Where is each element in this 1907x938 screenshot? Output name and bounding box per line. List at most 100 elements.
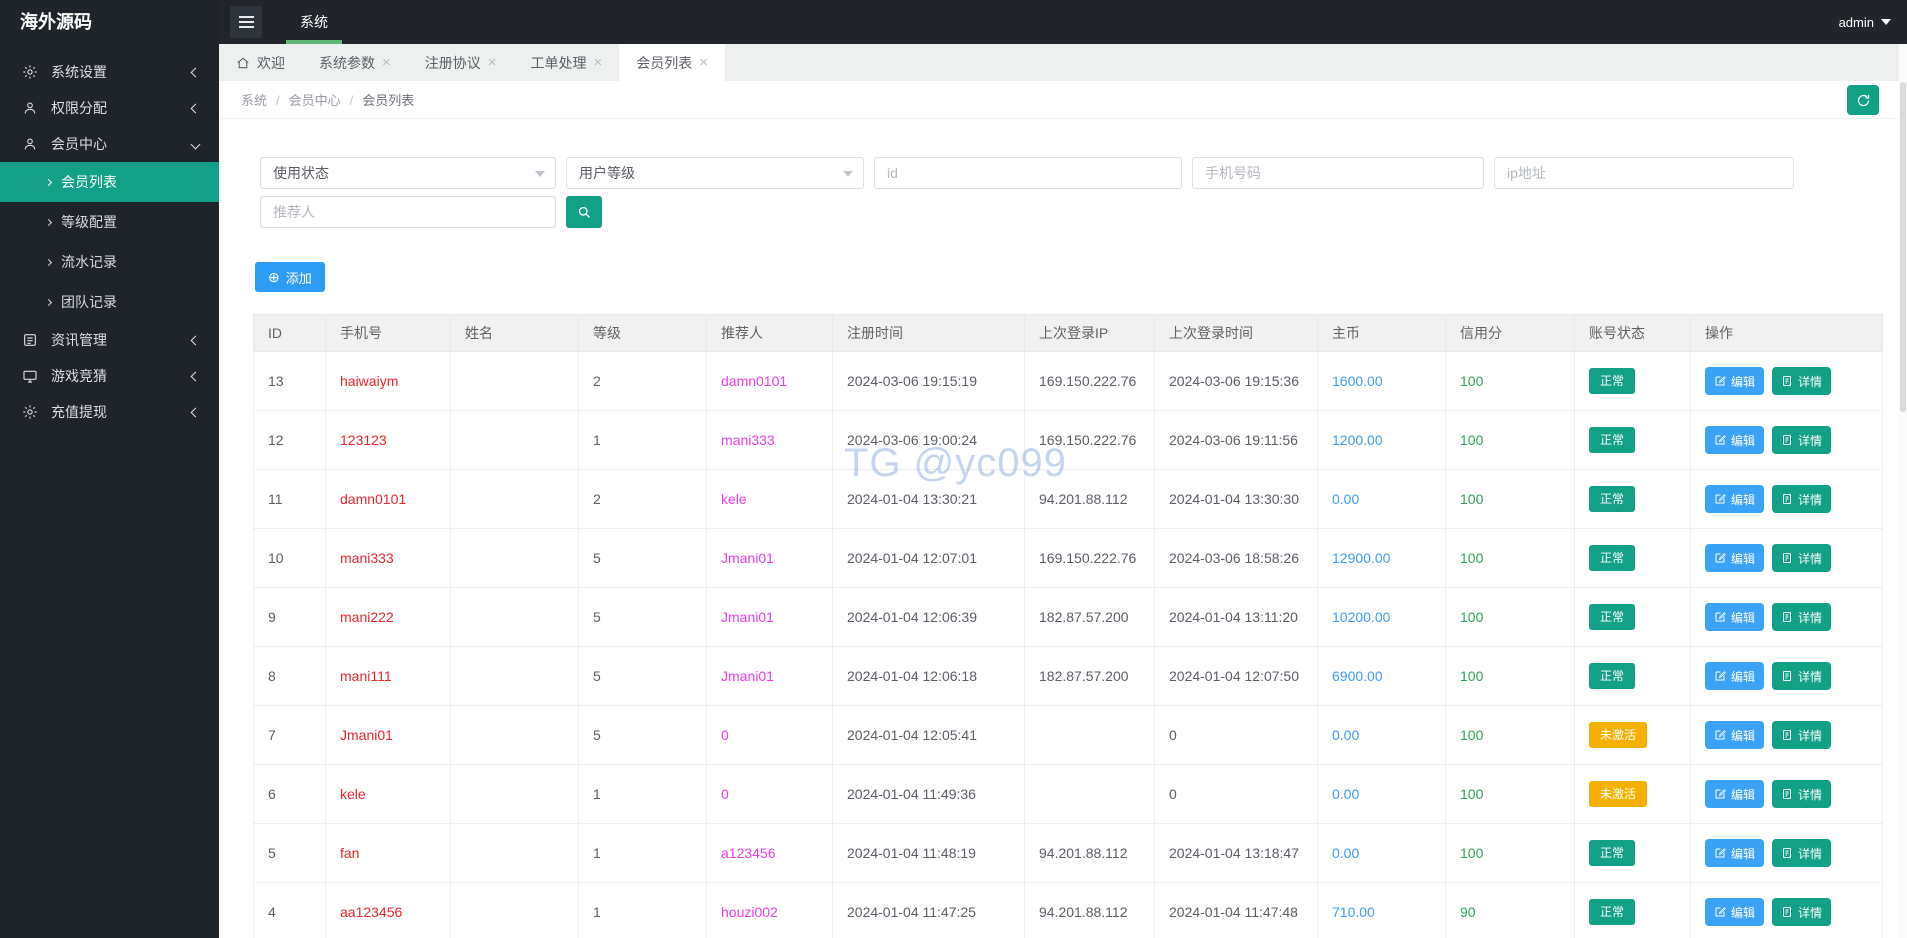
status-badge: 正常 (1589, 427, 1635, 453)
table-row: 121231231mani3332024-03-06 19:00:24169.1… (254, 411, 1883, 470)
sidebar-item-game-guess[interactable]: 游戏竞猜 (0, 358, 219, 394)
edit-button[interactable]: 编辑 (1705, 780, 1764, 808)
sidebar-item-system-settings[interactable]: 系统设置 (0, 54, 219, 90)
cell-last-login-time: 2024-01-04 13:11:20 (1155, 588, 1318, 647)
detail-button[interactable]: 详情 (1772, 662, 1831, 690)
sidebar-item-news[interactable]: 资讯管理 (0, 322, 219, 358)
detail-button[interactable]: 详情 (1772, 367, 1831, 395)
level-select[interactable]: 用户等级 (566, 157, 864, 189)
cell-phone: fan (326, 824, 451, 883)
cell-phone: Jmani01 (326, 706, 451, 765)
edit-icon (1714, 906, 1726, 918)
edit-button[interactable]: 编辑 (1705, 603, 1764, 631)
search-button[interactable] (566, 196, 602, 228)
referrer-input[interactable] (260, 196, 556, 228)
edit-button[interactable]: 编辑 (1705, 367, 1764, 395)
cell-account-status: 正常 (1575, 470, 1691, 529)
cell-register-time: 2024-03-06 19:15:19 (833, 352, 1025, 411)
cell-name (451, 352, 579, 411)
close-icon[interactable]: × (488, 55, 497, 70)
edit-button[interactable]: 编辑 (1705, 426, 1764, 454)
detail-button[interactable]: 详情 (1772, 898, 1831, 926)
menu-toggle-button[interactable] (230, 6, 262, 38)
table-row: 7Jmani01502024-01-04 12:05:4100.00100未激活… (254, 706, 1883, 765)
cell-actions: 编辑详情 (1691, 647, 1883, 706)
cell-last-login-time: 2024-03-06 18:58:26 (1155, 529, 1318, 588)
status-select[interactable]: 使用状态 (260, 157, 556, 189)
edit-button[interactable]: 编辑 (1705, 544, 1764, 572)
close-icon[interactable]: × (594, 55, 603, 70)
cell-phone: mani222 (326, 588, 451, 647)
detail-button[interactable]: 详情 (1772, 839, 1831, 867)
edit-button[interactable]: 编辑 (1705, 898, 1764, 926)
sidebar-item-member-center[interactable]: 会员中心 (0, 126, 219, 162)
plus-circle-icon: ⊕ (268, 270, 280, 284)
refresh-button[interactable] (1847, 85, 1879, 115)
ip-input[interactable] (1494, 157, 1794, 189)
sidebar-subitem-flow-records[interactable]: 流水记录 (0, 242, 219, 282)
table-header-row: ID手机号姓名等级推荐人注册时间上次登录IP上次登录时间主币信用分账号状态操作 (254, 315, 1883, 352)
edit-button[interactable]: 编辑 (1705, 485, 1764, 513)
cell-last-login-time: 2024-01-04 11:47:48 (1155, 883, 1318, 938)
cell-phone: haiwaiym (326, 352, 451, 411)
detail-button[interactable]: 详情 (1772, 721, 1831, 749)
tab-welcome[interactable]: 欢迎 (219, 44, 302, 81)
cell-credit-score: 100 (1446, 824, 1575, 883)
cell-last-login-time: 0 (1155, 765, 1318, 824)
edit-button[interactable]: 编辑 (1705, 839, 1764, 867)
cell-referrer: 0 (707, 765, 833, 824)
cell-last-login-ip (1025, 765, 1155, 824)
tab-member-list[interactable]: 会员列表 × (619, 44, 725, 81)
scrollbar-thumb[interactable] (1900, 82, 1906, 412)
cell-last-login-time: 2024-01-04 12:07:50 (1155, 647, 1318, 706)
column-header: 手机号 (326, 315, 451, 352)
hamburger-icon (239, 16, 254, 18)
phone-input[interactable] (1192, 157, 1484, 189)
chevron-left-icon (191, 67, 201, 77)
cell-id: 7 (254, 706, 326, 765)
search-icon (577, 205, 592, 220)
cell-id: 5 (254, 824, 326, 883)
cell-last-login-time: 2024-01-04 13:18:47 (1155, 824, 1318, 883)
sidebar-subitem-team-records[interactable]: 团队记录 (0, 282, 219, 322)
edit-button[interactable]: 编辑 (1705, 721, 1764, 749)
cell-id: 13 (254, 352, 326, 411)
cell-referrer: Jmani01 (707, 529, 833, 588)
sidebar-item-permissions[interactable]: 权限分配 (0, 90, 219, 126)
user-menu[interactable]: admin (1839, 14, 1891, 30)
detail-button[interactable]: 详情 (1772, 780, 1831, 808)
topnav-system[interactable]: 系统 (280, 0, 348, 44)
close-icon[interactable]: × (699, 55, 708, 70)
detail-button[interactable]: 详情 (1772, 426, 1831, 454)
close-icon[interactable]: × (382, 55, 391, 70)
monitor-icon (22, 368, 38, 384)
add-button[interactable]: ⊕ 添加 (255, 262, 325, 292)
edit-button[interactable]: 编辑 (1705, 662, 1764, 690)
cell-main-coin: 0.00 (1318, 706, 1446, 765)
table-row: 11damn01012kele2024-01-04 13:30:2194.201… (254, 470, 1883, 529)
chevron-left-icon (191, 371, 201, 381)
cell-credit-score: 100 (1446, 411, 1575, 470)
cell-credit-score: 90 (1446, 883, 1575, 938)
cell-register-time: 2024-01-04 12:07:01 (833, 529, 1025, 588)
tab-register-agreement[interactable]: 注册协议 × (408, 44, 514, 81)
news-icon (22, 332, 38, 348)
detail-icon (1781, 434, 1793, 446)
tab-work-order[interactable]: 工单处理 × (514, 44, 620, 81)
cell-referrer: damn0101 (707, 352, 833, 411)
cell-referrer: mani333 (707, 411, 833, 470)
chevron-right-icon (45, 298, 52, 305)
sidebar-subitem-level-config[interactable]: 等级配置 (0, 202, 219, 242)
scrollbar[interactable] (1899, 44, 1907, 938)
table-row: 4aa1234561houzi0022024-01-04 11:47:2594.… (254, 883, 1883, 938)
sidebar-subitem-member-list[interactable]: 会员列表 (0, 162, 219, 202)
cell-main-coin: 10200.00 (1318, 588, 1446, 647)
status-badge: 正常 (1589, 368, 1635, 394)
detail-button[interactable]: 详情 (1772, 544, 1831, 572)
cell-level: 5 (579, 588, 707, 647)
detail-button[interactable]: 详情 (1772, 485, 1831, 513)
tab-system-params[interactable]: 系统参数 × (302, 44, 408, 81)
id-input[interactable] (874, 157, 1182, 189)
detail-button[interactable]: 详情 (1772, 603, 1831, 631)
sidebar-item-recharge-withdraw[interactable]: 充值提现 (0, 394, 219, 430)
